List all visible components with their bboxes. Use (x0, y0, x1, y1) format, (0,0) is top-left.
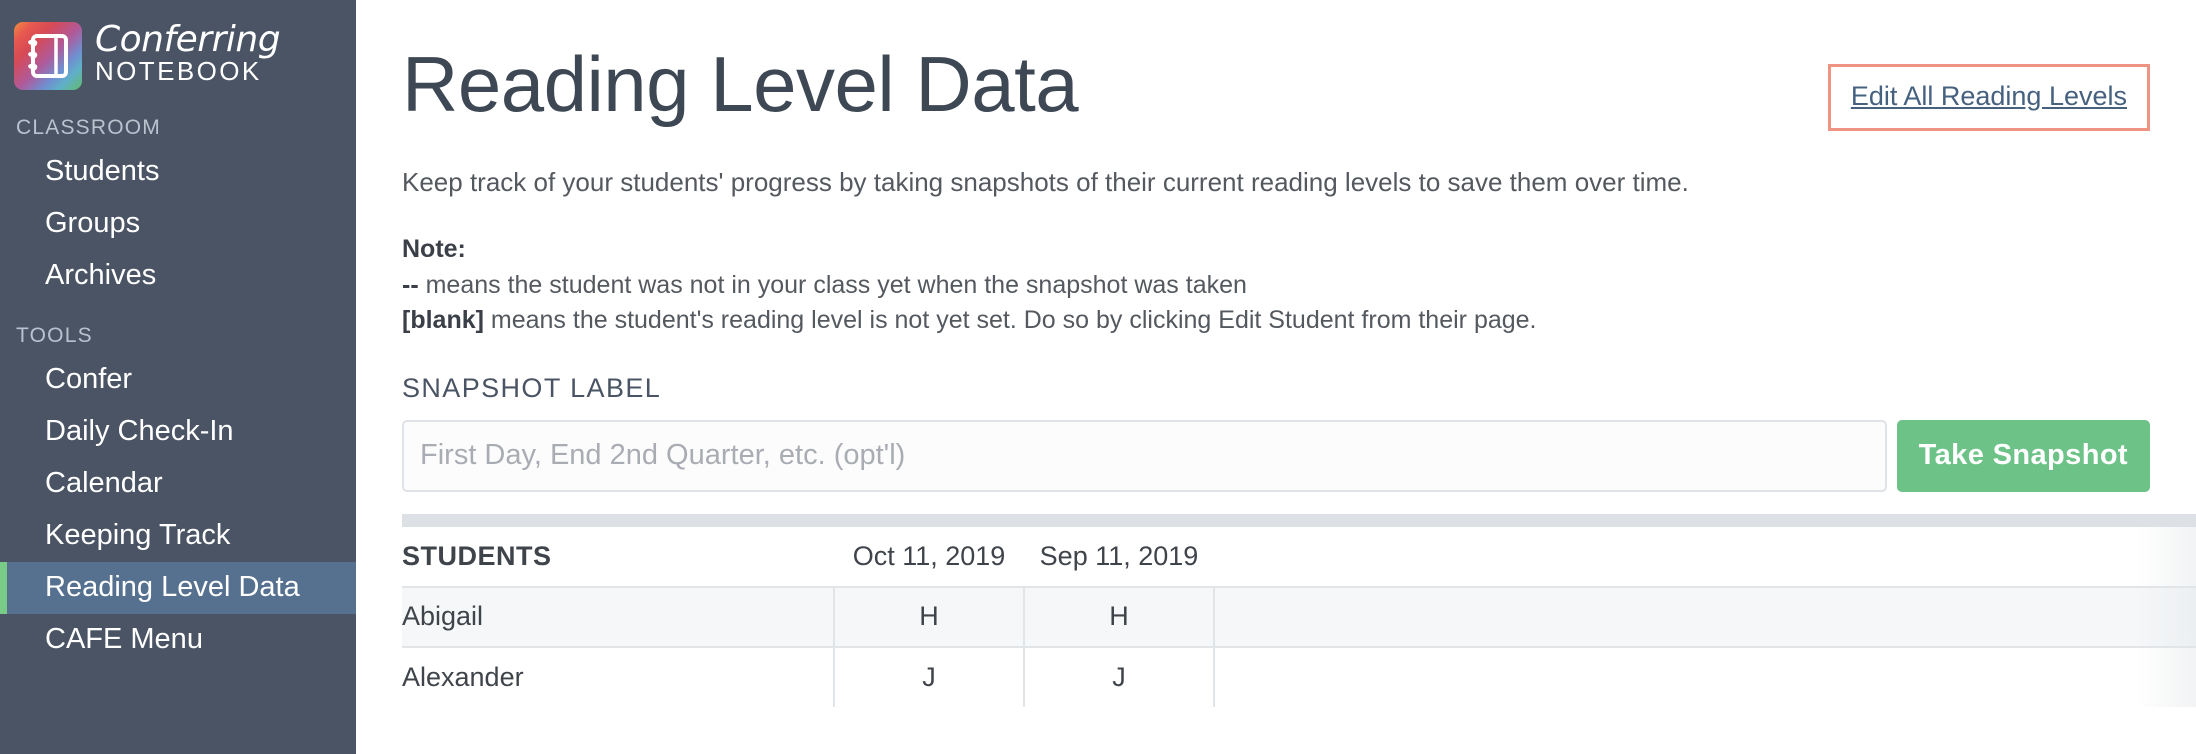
sidebar-item-confer[interactable]: Confer (0, 354, 356, 406)
sidebar-item-keeping-track[interactable]: Keeping Track (0, 510, 356, 562)
note-blank-marker: [blank] (402, 306, 484, 335)
sidebar-item-daily-check-in[interactable]: Daily Check-In (0, 406, 356, 458)
reading-level-cell: H (833, 586, 1025, 647)
brand-subtitle: NOTEBOOK (95, 56, 262, 87)
horizontal-scrollbar[interactable] (402, 513, 2196, 527)
reading-level-cell: J (833, 646, 1025, 707)
sidebar-item-groups[interactable]: Groups (0, 198, 356, 250)
column-header-spacer (1214, 527, 2196, 587)
note-dashes-text: means the student was not in your class … (418, 270, 1247, 299)
note-line-blank: [blank] means the student's reading leve… (402, 303, 2150, 339)
edit-all-reading-levels-link[interactable]: Edit All Reading Levels (1851, 81, 2127, 111)
edit-all-reading-levels-button[interactable]: Edit All Reading Levels (1827, 64, 2150, 131)
brand-name: Conferring (95, 18, 281, 60)
sidebar-item-archives[interactable]: Archives (0, 250, 356, 302)
column-header-date-2: Sep 11, 2019 (1039, 540, 1199, 571)
note-dashes-marker: -- (402, 270, 419, 299)
page-description: Keep track of your students' progress by… (402, 167, 1689, 197)
reading-levels-table-wrapper: STUDENTS Oct 11, 2019 Sep 11, 2019 Abiga… (402, 513, 2196, 707)
table-header: STUDENTS Oct 11, 2019 Sep 11, 2019 (402, 527, 2196, 587)
sidebar-item-cafe-menu[interactable]: CAFE Menu (0, 614, 356, 666)
sidebar-item-students[interactable]: Students (0, 146, 356, 198)
notebook-icon (14, 22, 82, 90)
table-row: Alexander J J (402, 646, 2196, 707)
main-content: Reading Level Data Edit All Reading Leve… (356, 0, 2196, 754)
app-root: Conferring NOTEBOOK CLASSROOM Students G… (0, 0, 2196, 754)
page-header: Reading Level Data Edit All Reading Leve… (402, 0, 2150, 131)
sidebar: Conferring NOTEBOOK CLASSROOM Students G… (0, 0, 356, 754)
table-row: Abigail H H (402, 586, 2196, 647)
brand-logo-block[interactable]: Conferring NOTEBOOK (0, 12, 356, 94)
note-line-dashes: -- means the student was not in your cla… (402, 268, 2150, 304)
sidebar-item-reading-level-data[interactable]: Reading Level Data (0, 562, 356, 614)
note-block: Note: -- means the student was not in yo… (402, 232, 2150, 339)
row-spacer-cell (1214, 587, 2196, 647)
snapshot-label-caption: SNAPSHOT LABEL (402, 372, 662, 403)
sidebar-item-calendar[interactable]: Calendar (0, 458, 356, 510)
reading-level-cell: J (1024, 646, 1215, 707)
student-link-abigail[interactable]: Abigail (402, 587, 834, 647)
table-header-row: STUDENTS Oct 11, 2019 Sep 11, 2019 (402, 527, 2196, 587)
note-title: Note: (402, 235, 466, 264)
page-title: Reading Level Data (402, 40, 1079, 128)
reading-levels-table: STUDENTS Oct 11, 2019 Sep 11, 2019 Abiga… (402, 527, 2196, 707)
sidebar-section-tools-label: TOOLS (16, 324, 93, 347)
reading-level-cell: H (1024, 586, 1215, 647)
note-blank-text: means the student's reading level is not… (483, 306, 1537, 335)
sidebar-section-classroom-label: CLASSROOM (16, 116, 161, 139)
column-header-date-1: Oct 11, 2019 (852, 540, 1006, 571)
take-snapshot-button[interactable]: Take Snapshot (1896, 419, 2150, 492)
row-spacer-cell (1214, 647, 2196, 707)
table-body: Abigail H H Alexander J J (402, 586, 2196, 707)
column-header-students: STUDENTS (402, 540, 552, 571)
snapshot-label-input[interactable] (402, 419, 1887, 492)
student-link-alexander[interactable]: Alexander (402, 647, 834, 707)
snapshot-form: Take Snapshot (402, 419, 2150, 492)
